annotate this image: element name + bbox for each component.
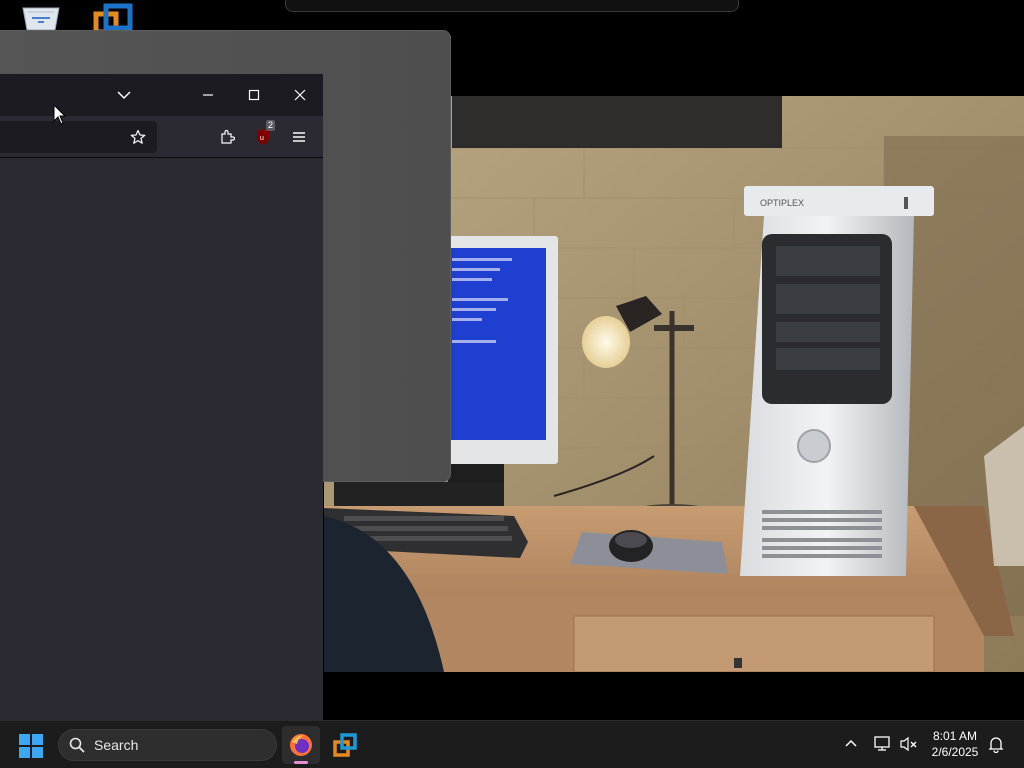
hamburger-menu-icon	[293, 132, 305, 142]
windows-logo-icon	[19, 734, 43, 758]
network-status-button[interactable]	[873, 735, 893, 758]
bookmark-star-button[interactable]	[126, 127, 150, 147]
list-all-tabs-button[interactable]	[112, 85, 136, 105]
taskbar-search-box[interactable]: Search	[58, 729, 277, 761]
pc-brand-label: OPTIPLEX	[760, 198, 804, 208]
minimize-icon	[203, 94, 213, 96]
firefox-icon	[290, 734, 312, 756]
minimize-button[interactable]	[194, 85, 222, 105]
extensions-button[interactable]	[215, 126, 239, 148]
app-menu-button[interactable]	[287, 126, 311, 148]
taskbar-vmware-button[interactable]	[326, 726, 364, 764]
chevron-up-icon	[845, 739, 857, 747]
show-hidden-icons-button[interactable]	[842, 735, 860, 758]
clock-date: 2/6/2025	[931, 745, 979, 759]
firefox-nav-toolbar: u 2	[0, 116, 323, 158]
clock-time: 8:01 AM	[932, 729, 978, 743]
search-label: Search	[94, 737, 139, 753]
firefox-window[interactable]: u 2	[0, 74, 323, 720]
extension-badge: 2	[265, 120, 275, 131]
firefox-titlebar[interactable]	[0, 74, 323, 116]
address-bar[interactable]	[0, 121, 157, 153]
search-icon	[69, 737, 85, 753]
vmware-desktop-icon[interactable]	[90, 0, 136, 35]
volume-button[interactable]	[899, 735, 919, 758]
close-icon	[294, 89, 306, 101]
speaker-muted-icon	[900, 736, 917, 752]
notifications-button[interactable]	[987, 735, 1005, 758]
taskbar-firefox-button[interactable]	[282, 726, 320, 764]
maximize-icon	[248, 89, 260, 101]
active-app-indicator	[294, 761, 308, 764]
mouse-cursor-icon	[53, 103, 67, 126]
vmware-icon	[333, 733, 357, 757]
recycle-bin-icon[interactable]	[18, 0, 64, 34]
start-button[interactable]	[16, 732, 46, 760]
ublock-extension-button[interactable]: u 2	[251, 120, 275, 148]
puzzle-icon	[221, 129, 235, 144]
firefox-content-area[interactable]	[0, 158, 323, 720]
maximize-button[interactable]	[240, 85, 268, 105]
system-clock[interactable]: 8:01 AM 2/6/2025	[925, 728, 985, 760]
desktop: OPTIPLEX u 2 Search 8:01 AM 2/6/2025	[0, 0, 1024, 768]
bell-icon	[988, 737, 1004, 754]
network-icon	[874, 736, 890, 751]
close-button[interactable]	[286, 85, 314, 105]
star-icon	[130, 129, 146, 144]
floating-top-bar	[285, 0, 739, 12]
taskbar: Search 8:01 AM 2/6/2025	[0, 720, 1024, 768]
chevron-down-icon	[117, 91, 131, 100]
svg-text:u: u	[260, 135, 264, 142]
